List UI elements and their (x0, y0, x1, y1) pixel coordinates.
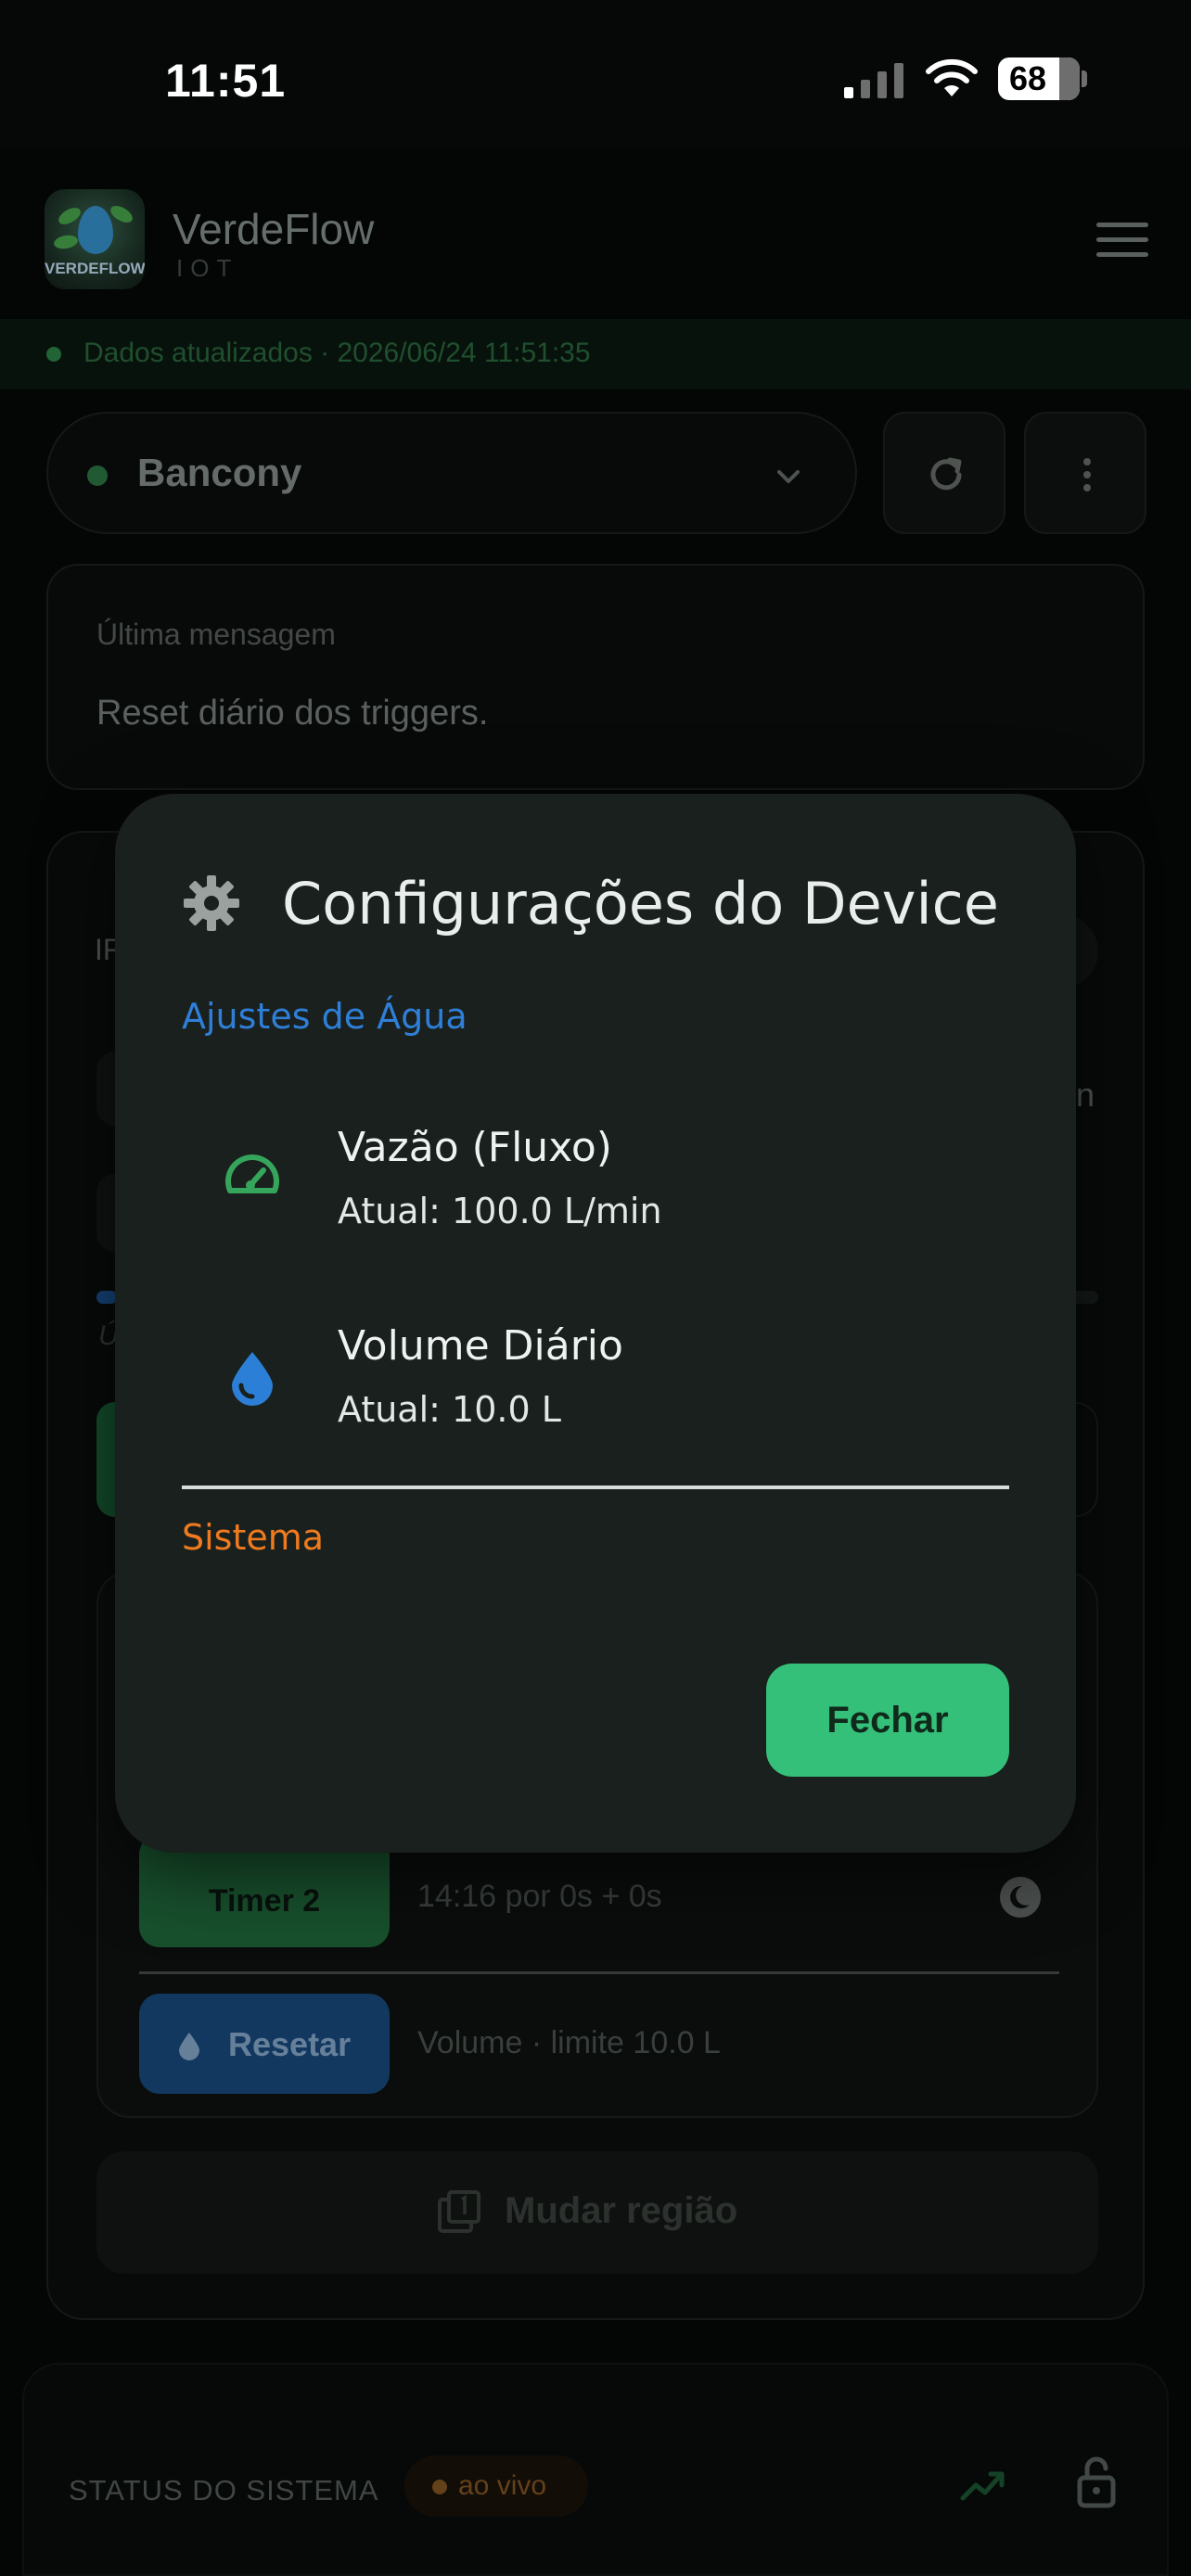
more-options-button[interactable] (1024, 412, 1146, 534)
live-badge-label: ao vivo (458, 2470, 547, 2501)
system-status-panel: STATUS DO SISTEMA ao vivo (22, 2363, 1169, 2576)
device-select[interactable]: Bancony (46, 412, 857, 534)
cellular-signal-icon (844, 63, 903, 98)
speedometer-icon (225, 1154, 279, 1193)
live-badge: ao vivo (404, 2455, 588, 2517)
moon-icon[interactable] (998, 1875, 1043, 1919)
battery-indicator: 68 (998, 57, 1080, 100)
app-name: VerdeFlow (173, 205, 375, 253)
trending-up-icon[interactable] (959, 2465, 1007, 2506)
logo-wordmark: VERDEFLOW (45, 260, 145, 277)
device-settings-modal: Configurações do Device Ajustes de Água … (115, 794, 1076, 1853)
close-button[interactable]: Fechar (766, 1664, 1009, 1777)
app-header: VERDEFLOW VerdeFlow IOT (0, 167, 1191, 315)
region-icon (438, 2190, 480, 2233)
wifi-icon (926, 58, 978, 96)
modal-title: Configurações do Device (282, 870, 999, 937)
water-drop-icon (179, 2033, 199, 2060)
change-region-button[interactable]: Mudar região (96, 2151, 1098, 2274)
hamburger-menu-icon[interactable] (1096, 223, 1148, 263)
reset-label: Resetar (228, 2025, 352, 2063)
live-dot-icon (46, 347, 61, 362)
water-settings-heading: Ajustes de Água (182, 996, 467, 1037)
timer-2-info: 14:16 por 0s + 0s (417, 1879, 662, 1914)
unlock-icon[interactable] (1076, 2455, 1117, 2509)
device-name: Bancony (137, 451, 302, 494)
refresh-icon (930, 457, 962, 491)
clock: 11:51 (165, 55, 287, 107)
divider (182, 1486, 1009, 1489)
flow-rate-setting[interactable]: Vazão (Fluxo) Atual: 100.0 L/min (182, 1096, 1009, 1254)
app-logo: VERDEFLOW (45, 189, 145, 289)
chevron-down-icon (777, 470, 800, 483)
reset-info: Volume · limite 10.0 L (417, 2025, 721, 2060)
refresh-button[interactable] (883, 412, 1005, 534)
last-message-text: Reset diário dos triggers. (96, 694, 489, 733)
gear-icon (184, 875, 239, 931)
last-message-card: Última mensagem Reset diário dos trigger… (46, 564, 1145, 790)
change-region-label: Mudar região (505, 2190, 738, 2231)
app-subtitle: IOT (176, 254, 239, 282)
flow-rate-value: Atual: 100.0 L/min (338, 1191, 662, 1231)
obscured-text-fragment: n (1076, 1076, 1095, 1114)
battery-nub (1082, 70, 1087, 87)
flow-rate-title: Vazão (Fluxo) (338, 1124, 612, 1171)
system-settings-heading: Sistema (182, 1517, 325, 1558)
daily-volume-title: Volume Diário (338, 1322, 623, 1370)
divider (139, 1971, 1059, 1974)
last-message-label: Última mensagem (96, 618, 336, 651)
daily-volume-value: Atual: 10.0 L (338, 1389, 561, 1430)
more-vertical-icon (1083, 458, 1091, 491)
live-dot-icon (432, 2480, 447, 2494)
water-drop-icon (232, 1352, 273, 1406)
data-updated-banner: Dados atualizados · 2026/06/24 11:51:35 (0, 319, 1191, 389)
system-status-title: STATUS DO SISTEMA (69, 2474, 379, 2506)
data-updated-text: Dados atualizados · 2026/06/24 11:51:35 (83, 338, 591, 368)
status-bar: 11:51 68 (0, 0, 1191, 148)
device-online-dot (87, 465, 108, 486)
reset-button[interactable]: Resetar (139, 1994, 390, 2094)
daily-volume-setting[interactable]: Volume Diário Atual: 10.0 L (182, 1294, 1009, 1452)
